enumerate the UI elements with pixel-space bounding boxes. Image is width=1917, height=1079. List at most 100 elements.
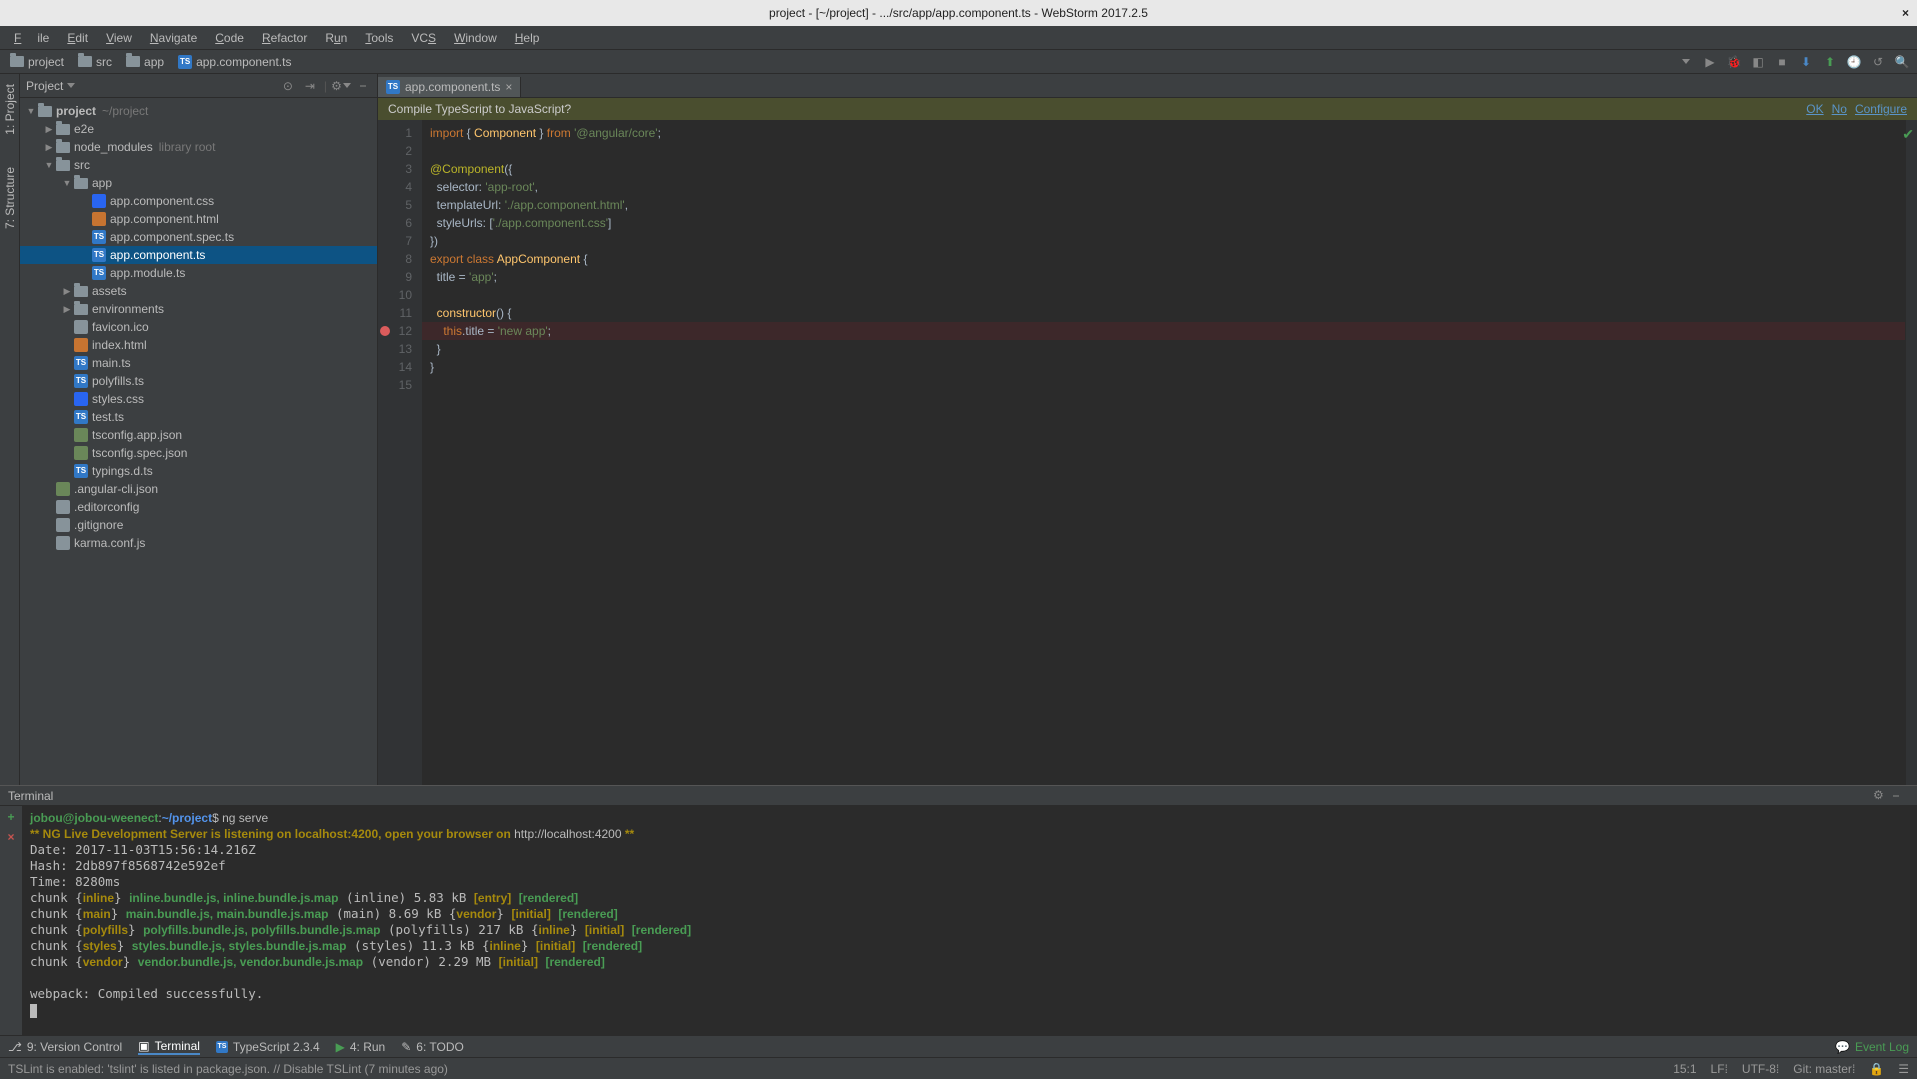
editor-area: app.component.ts × Compile TypeScript to…: [378, 74, 1917, 785]
status-inspector-icon[interactable]: ☰: [1898, 1062, 1909, 1076]
tree-item[interactable]: test.ts: [20, 408, 377, 426]
close-tab-icon[interactable]: ×: [505, 80, 512, 94]
tool-terminal[interactable]: ▣ Terminal: [138, 1039, 200, 1055]
close-icon[interactable]: ×: [1902, 6, 1909, 20]
locate-icon[interactable]: ⊙: [280, 78, 296, 94]
tree-item[interactable]: tsconfig.spec.json: [20, 444, 377, 462]
terminal-close-icon[interactable]: ×: [7, 830, 14, 844]
tree-item[interactable]: ▶assets: [20, 282, 377, 300]
debug-button[interactable]: 🐞: [1725, 53, 1743, 71]
tree-item[interactable]: karma.conf.js: [20, 534, 377, 552]
window-title: project - [~/project] - .../src/app/app.…: [769, 6, 1148, 20]
hide-icon[interactable]: ⎯: [1893, 788, 1909, 804]
editor-tabs: app.component.ts ×: [378, 74, 1917, 98]
vcs-history-icon[interactable]: 🕘: [1845, 53, 1863, 71]
menu-tools[interactable]: Tools: [357, 29, 401, 47]
navbar: project src app app.component.ts ▶ 🐞 ◧ ■…: [0, 50, 1917, 74]
tree-item[interactable]: ▶environments: [20, 300, 377, 318]
tree-item[interactable]: styles.css: [20, 390, 377, 408]
banner-text: Compile TypeScript to JavaScript?: [388, 102, 571, 116]
tool-run[interactable]: ▶ 4: Run: [336, 1040, 386, 1054]
tree-item[interactable]: tsconfig.app.json: [20, 426, 377, 444]
tree-item[interactable]: ▼src: [20, 156, 377, 174]
tool-todo[interactable]: ✎ 6: TODO: [401, 1040, 464, 1054]
hide-icon[interactable]: ⎯: [355, 78, 371, 94]
tree-item[interactable]: main.ts: [20, 354, 377, 372]
gear-icon[interactable]: ⚙: [333, 78, 349, 94]
run-config-dropdown[interactable]: [1677, 53, 1695, 71]
status-line-ending[interactable]: LF⁞: [1711, 1062, 1728, 1076]
menu-edit[interactable]: Edit: [59, 29, 96, 47]
menu-help[interactable]: Help: [507, 29, 548, 47]
rail-structure[interactable]: 7: Structure: [1, 161, 19, 235]
titlebar: project - [~/project] - .../src/app/app.…: [0, 0, 1917, 26]
menu-file[interactable]: File: [6, 29, 57, 47]
status-encoding[interactable]: UTF-8⁞: [1742, 1062, 1779, 1076]
tree-item[interactable]: typings.d.ts: [20, 462, 377, 480]
folder-icon: [126, 56, 140, 67]
tree-item[interactable]: app.module.ts: [20, 264, 377, 282]
tree-item[interactable]: ▼app: [20, 174, 377, 192]
tree-root[interactable]: ▼project~/project: [20, 102, 377, 120]
collapse-icon[interactable]: ⇥: [302, 78, 318, 94]
banner-configure[interactable]: Configure: [1855, 102, 1907, 116]
terminal-output[interactable]: jobou@jobou-weenect:~/project$ ng serve …: [22, 806, 1917, 1035]
menu-vcs[interactable]: VCS: [403, 29, 444, 47]
search-icon[interactable]: 🔍: [1893, 53, 1911, 71]
menu-view[interactable]: View: [98, 29, 140, 47]
vcs-update-icon[interactable]: ⬇: [1797, 53, 1815, 71]
menu-navigate[interactable]: Navigate: [142, 29, 205, 47]
terminal-new-icon[interactable]: +: [7, 810, 14, 824]
vcs-commit-icon[interactable]: ⬆: [1821, 53, 1839, 71]
tree-item[interactable]: .gitignore: [20, 516, 377, 534]
folder-icon: [10, 56, 24, 67]
menu-window[interactable]: Window: [446, 29, 505, 47]
folder-icon: [78, 56, 92, 67]
breadcrumb-root[interactable]: project: [6, 53, 68, 71]
project-pane: Project ⊙ ⇥ | ⚙ ⎯ ▼project~/project▶e2e▶…: [20, 74, 378, 785]
tree-item[interactable]: .editorconfig: [20, 498, 377, 516]
tool-version-control[interactable]: ⎇ 9: Version Control: [8, 1040, 122, 1054]
bottom-tool-strip: ⎇ 9: Version Control ▣ Terminal TypeScri…: [0, 1035, 1917, 1057]
tree-item[interactable]: app.component.ts: [20, 246, 377, 264]
tree-item[interactable]: index.html: [20, 336, 377, 354]
menu-run[interactable]: Run: [317, 29, 355, 47]
status-bar: TSLint is enabled: 'tslint' is listed in…: [0, 1057, 1917, 1079]
banner-no[interactable]: No: [1832, 102, 1847, 116]
gear-icon[interactable]: ⚙: [1873, 788, 1889, 804]
tool-typescript[interactable]: TypeScript 2.3.4: [216, 1040, 320, 1054]
tab-app-component[interactable]: app.component.ts ×: [378, 77, 521, 97]
status-caret[interactable]: 15:1: [1673, 1062, 1696, 1076]
coverage-button[interactable]: ◧: [1749, 53, 1767, 71]
status-message: TSLint is enabled: 'tslint' is listed in…: [8, 1062, 448, 1076]
breadcrumb-app[interactable]: app: [122, 53, 168, 71]
run-button[interactable]: ▶: [1701, 53, 1719, 71]
tree-item[interactable]: polyfills.ts: [20, 372, 377, 390]
project-tree[interactable]: ▼project~/project▶e2e▶node_moduleslibrar…: [20, 98, 377, 785]
terminal-title: Terminal: [8, 789, 53, 803]
tool-event-log[interactable]: 💬 Event Log: [1835, 1040, 1909, 1054]
revert-icon[interactable]: ↺: [1869, 53, 1887, 71]
stop-button[interactable]: ■: [1773, 53, 1791, 71]
tree-item[interactable]: favicon.ico: [20, 318, 377, 336]
breadcrumb-src[interactable]: src: [74, 53, 116, 71]
terminal-panel: Terminal ⚙ ⎯ + × jobou@jobou-weenect:~/p…: [0, 785, 1917, 1035]
compile-banner: Compile TypeScript to JavaScript? OK No …: [378, 98, 1917, 120]
code-editor[interactable]: 123456789101112131415 import { Component…: [378, 120, 1917, 785]
status-lock-icon[interactable]: 🔒: [1869, 1062, 1884, 1076]
breadcrumb-file[interactable]: app.component.ts: [174, 53, 295, 71]
tree-item[interactable]: app.component.html: [20, 210, 377, 228]
left-tool-rail: 1: Project 7: Structure: [0, 74, 20, 785]
status-git[interactable]: Git: master⁞: [1793, 1062, 1855, 1076]
tree-item[interactable]: .angular-cli.json: [20, 480, 377, 498]
project-pane-title[interactable]: Project: [26, 79, 75, 93]
rail-project[interactable]: 1: Project: [1, 78, 19, 141]
banner-ok[interactable]: OK: [1806, 102, 1823, 116]
tree-item[interactable]: ▶node_moduleslibrary root: [20, 138, 377, 156]
tree-item[interactable]: ▶e2e: [20, 120, 377, 138]
tree-item[interactable]: app.component.spec.ts: [20, 228, 377, 246]
menu-code[interactable]: Code: [207, 29, 252, 47]
overview-ruler[interactable]: [1905, 120, 1917, 785]
menu-refactor[interactable]: Refactor: [254, 29, 315, 47]
tree-item[interactable]: app.component.css: [20, 192, 377, 210]
